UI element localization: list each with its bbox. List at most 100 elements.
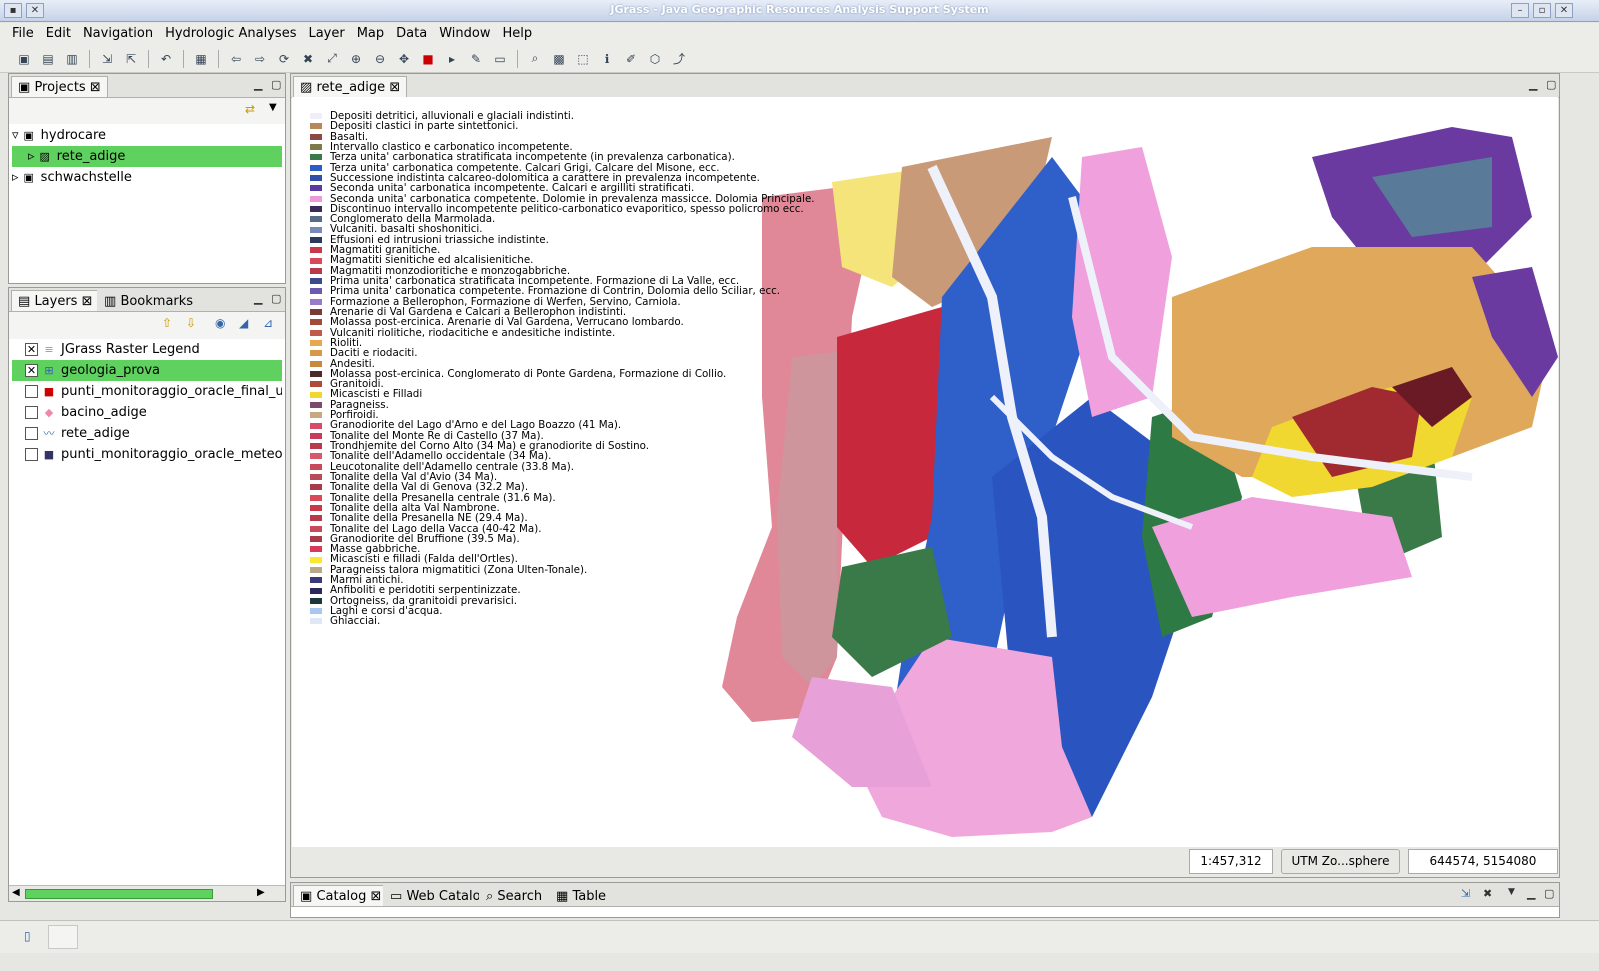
close-tab-icon[interactable]: ⊠ <box>371 889 382 904</box>
close-tab-icon[interactable]: ⊠ <box>90 80 101 95</box>
import-icon[interactable]: ⇲ <box>1461 887 1470 900</box>
minimize-icon[interactable]: ▁ <box>254 292 262 305</box>
layer-item[interactable]: ■punti_monitoraggio_oracle_final_utm_c <box>12 381 282 402</box>
menu-map[interactable]: Map <box>351 23 390 44</box>
layer-item[interactable]: ◆ bacino_adige <box>12 402 282 423</box>
fast-view-icon[interactable]: ▯ <box>24 929 31 943</box>
menu-hydrologic-analyses[interactable]: Hydrologic Analyses <box>159 23 302 44</box>
play-icon[interactable]: ▸ <box>442 49 462 69</box>
save-all-icon[interactable]: ▥ <box>62 49 82 69</box>
move-up-icon[interactable]: ⇧ <box>162 316 172 330</box>
scrollbar-thumb[interactable] <box>25 889 213 899</box>
minimize-icon[interactable]: ▁ <box>1529 78 1537 91</box>
tab-search[interactable]: ⌕ Search <box>479 885 550 906</box>
new-icon[interactable]: ▣ <box>14 49 34 69</box>
zoom-out-icon[interactable]: ⊖ <box>370 49 390 69</box>
layer-item[interactable]: 〰 rete_adige <box>12 423 282 444</box>
tab-rete-adige[interactable]: ▨ rete_adige ⊠ <box>293 76 408 97</box>
tree-item-hydrocare[interactable]: ▿ ▣ hydrocare <box>12 125 282 146</box>
maximize-icon[interactable]: ▢ <box>271 292 281 305</box>
select-tool-icon[interactable]: ⬚ <box>573 49 593 69</box>
info-tool-icon[interactable]: ℹ <box>597 49 617 69</box>
move-down-icon[interactable]: ⇩ <box>186 316 196 330</box>
minimize-icon[interactable]: ▁ <box>1527 887 1535 900</box>
link-icon[interactable]: ⇄ <box>245 102 255 116</box>
legend-swatch <box>310 154 322 161</box>
properties-icon[interactable]: ▦ <box>191 49 211 69</box>
layer-item[interactable]: ■ punti_monitoraggio_oracle_meteo <box>12 444 282 465</box>
scroll-right-icon[interactable]: ▶ <box>257 887 265 898</box>
edit-icon[interactable]: ✎ <box>466 49 486 69</box>
collapsed-icon[interactable]: ▹ <box>28 149 35 164</box>
expanded-icon[interactable]: ▿ <box>12 128 19 143</box>
zoom-extent-icon[interactable]: ⤢ <box>322 49 342 69</box>
tree-item-schwachstelle[interactable]: ▹ ▣ schwachstelle <box>12 167 282 188</box>
maximize-icon[interactable]: ▫ <box>1533 3 1551 18</box>
scroll-left-icon[interactable]: ◀ <box>12 887 20 898</box>
close-window-icon[interactable]: ✕ <box>1555 3 1573 18</box>
zoom-tool-icon[interactable]: ⌕ <box>525 49 545 69</box>
menu-edit[interactable]: Edit <box>40 23 77 44</box>
close-tab-icon[interactable]: ⊠ <box>82 294 93 309</box>
legend-swatch <box>310 577 322 584</box>
projects-panel: ▣ Projects ⊠ ▁ ▢ ⇄ ▼ ▿ ▣ hydrocare ▹ ▨ ret… <box>8 73 286 284</box>
minimize-icon[interactable]: ▁ <box>254 78 262 91</box>
map-canvas[interactable]: Depositi detritici, alluvionali e glacia… <box>292 97 1558 847</box>
legend-swatch <box>310 113 322 120</box>
tab-bookmarks[interactable]: ▥ Bookmarks <box>97 290 201 311</box>
collapsed-icon[interactable]: ▹ <box>12 170 19 185</box>
tab-layers[interactable]: ▤ Layers ⊠ <box>11 290 100 311</box>
layer-checkbox[interactable] <box>25 427 38 440</box>
measure-tool-icon[interactable]: ⤴ <box>669 49 689 69</box>
grid-tool-icon[interactable]: ▩ <box>549 49 569 69</box>
menu-data[interactable]: Data <box>390 23 433 44</box>
legend-item: Ghiacciai. <box>310 616 815 627</box>
edit-geometry-icon[interactable]: ✐ <box>621 49 641 69</box>
save-icon[interactable]: ▤ <box>38 49 58 69</box>
pdf-icon[interactable]: ■ <box>418 49 438 69</box>
menu-help[interactable]: Help <box>496 23 538 44</box>
maximize-icon[interactable]: ▢ <box>271 78 281 91</box>
menu-layer[interactable]: Layer <box>302 23 350 44</box>
tab-projects[interactable]: ▣ Projects ⊠ <box>11 76 108 97</box>
view-menu-icon[interactable]: ▼ <box>269 102 277 113</box>
legend-swatch <box>310 144 322 151</box>
zoom-in-icon[interactable]: ⊕ <box>346 49 366 69</box>
minimize-icon[interactable]: – <box>1511 3 1529 18</box>
maximize-icon[interactable]: ▢ <box>1546 78 1556 91</box>
layer-checkbox[interactable]: ✕ <box>25 343 38 356</box>
legend-swatch <box>310 329 322 336</box>
horizontal-scrollbar[interactable]: ◀ ▶ <box>9 885 285 901</box>
forward-icon[interactable]: ⇨ <box>250 49 270 69</box>
crs-button[interactable]: UTM Zo...sphere <box>1281 849 1400 874</box>
feature-tool-icon[interactable]: ⬡ <box>645 49 665 69</box>
tab-table[interactable]: ▦ Table <box>549 885 614 906</box>
view-menu-icon[interactable]: ▼ <box>1508 887 1515 897</box>
menu-navigation[interactable]: Navigation <box>77 23 159 44</box>
import-icon[interactable]: ⇲ <box>97 49 117 69</box>
maximize-icon[interactable]: ▢ <box>1544 887 1554 900</box>
remove-icon[interactable]: ✖ <box>1483 887 1492 900</box>
style-icon[interactable]: ◉ <box>215 316 225 330</box>
close-tab-icon[interactable]: ⊠ <box>389 80 400 95</box>
tree-item-rete-adige[interactable]: ▹ ▨ rete_adige <box>12 146 282 167</box>
tab-catalog[interactable]: ▣ Catalog ⊠ <box>293 885 389 906</box>
layer-checkbox[interactable]: ✕ <box>25 364 38 377</box>
layer-checkbox[interactable] <box>25 448 38 461</box>
layer-checkbox[interactable] <box>25 406 38 419</box>
layer-item[interactable]: ✕ ≡ JGrass Raster Legend <box>12 339 282 360</box>
refresh-icon[interactable]: ⟳ <box>274 49 294 69</box>
export-icon[interactable]: ⇱ <box>121 49 141 69</box>
remove-layer-icon[interactable]: ⊿ <box>263 316 273 330</box>
undo-icon[interactable]: ↶ <box>156 49 176 69</box>
stop-icon[interactable]: ✖ <box>298 49 318 69</box>
scale-field[interactable]: 1:457,312 <box>1189 849 1273 874</box>
back-icon[interactable]: ⇦ <box>226 49 246 69</box>
layer-item[interactable]: ✕ ⊞ geologia_prova <box>12 360 282 381</box>
layer-checkbox[interactable] <box>25 385 38 398</box>
menu-file[interactable]: File <box>6 23 40 44</box>
pan-icon[interactable]: ✥ <box>394 49 414 69</box>
add-layer-icon[interactable]: ◢ <box>239 316 248 330</box>
menu-window[interactable]: Window <box>433 23 496 44</box>
console-icon[interactable]: ▭ <box>490 49 510 69</box>
